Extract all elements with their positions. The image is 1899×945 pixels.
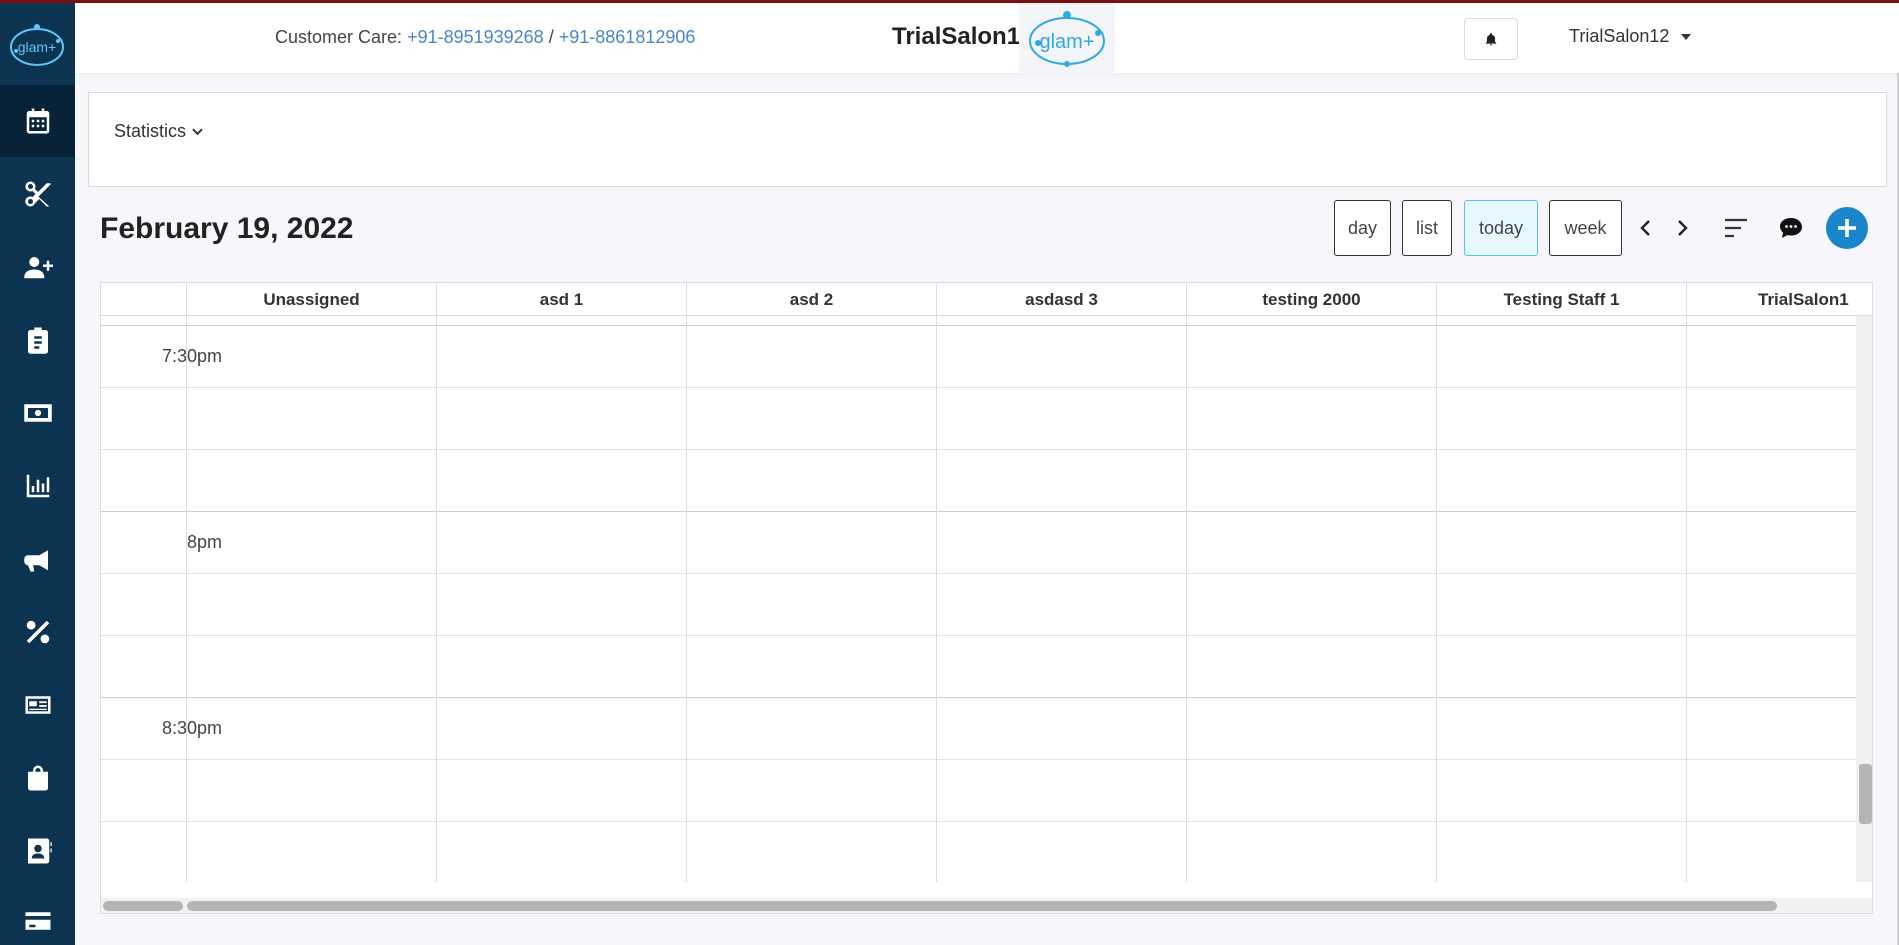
bell-icon	[1485, 33, 1497, 46]
prev-button[interactable]	[1630, 212, 1662, 244]
vertical-scroll-thumb[interactable]	[1859, 764, 1872, 824]
chevron-left-icon	[1640, 220, 1650, 236]
shopping-bag-icon	[27, 765, 48, 791]
svg-text:glam+: glam+	[1039, 31, 1094, 53]
time-slot[interactable]: 7:30pm	[101, 326, 1856, 388]
chevron-down-icon	[192, 128, 203, 136]
view-today-button[interactable]: today	[1464, 200, 1538, 256]
column-divider	[1436, 316, 1437, 882]
horizontal-scrollbar[interactable]	[101, 898, 1872, 913]
view-week-button[interactable]: week	[1549, 200, 1622, 256]
plus-icon	[1838, 219, 1856, 237]
top-header: Customer Care: +91-8951939268 / +91-8861…	[75, 3, 1899, 73]
column-header-unassigned: Unassigned	[186, 283, 436, 316]
time-slot[interactable]	[101, 760, 1856, 822]
statistics-toggle[interactable]: Statistics	[114, 121, 203, 142]
time-slot[interactable]	[101, 388, 1856, 450]
filter-button[interactable]	[1720, 212, 1752, 244]
phone-link-1[interactable]: +91-8951939268	[407, 27, 544, 47]
calendar-icon	[26, 108, 49, 134]
user-menu[interactable]: TrialSalon12	[1569, 26, 1692, 47]
time-label: 8pm	[186, 532, 222, 552]
column-divider	[436, 316, 437, 882]
sidebar-item-contacts[interactable]	[0, 815, 75, 887]
add-user-icon	[23, 257, 53, 279]
time-slot[interactable]: 8pm	[101, 512, 1856, 574]
calendar-date-title: February 19, 2022	[100, 212, 354, 245]
statistics-panel: Statistics	[88, 92, 1887, 187]
salon-name: TrialSalon12	[892, 23, 1034, 50]
scissors-icon	[24, 181, 50, 207]
column-header-staff: asd 1	[436, 283, 686, 316]
view-list-button[interactable]: list	[1402, 200, 1452, 256]
view-day-button[interactable]: day	[1334, 200, 1391, 256]
phone-link-2[interactable]: +91-8861812906	[559, 27, 696, 47]
caret-down-icon	[1681, 33, 1692, 40]
sidebar-item-appointments[interactable]	[0, 304, 75, 376]
column-divider	[936, 316, 937, 882]
sidebar-item-reports[interactable]	[0, 450, 75, 522]
chevron-right-icon	[1678, 220, 1688, 236]
sidebar-logo[interactable]: glam+	[4, 17, 70, 75]
sidebar-item-news[interactable]	[0, 669, 75, 741]
horizontal-scroll-thumb-fixed[interactable]	[103, 901, 183, 911]
column-header-staff: asdasd 3	[936, 283, 1186, 316]
vertical-scrollbar[interactable]	[1856, 316, 1872, 882]
column-header-staff: Testing Staff 1	[1436, 283, 1686, 316]
sidebar-item-marketing[interactable]	[0, 523, 75, 595]
customer-care-label: Customer Care:	[275, 27, 403, 47]
sidebar: glam+	[0, 3, 75, 945]
percent-icon	[26, 620, 49, 644]
sidebar-item-products[interactable]	[0, 742, 75, 814]
column-divider	[186, 316, 187, 882]
phone-separator: /	[548, 27, 554, 47]
calendar-grid: Unassigned asd 1 asd 2 asdasd 3 testing …	[100, 282, 1873, 914]
horizontal-scroll-thumb[interactable]	[187, 901, 1777, 911]
money-icon	[23, 404, 52, 422]
newspaper-icon	[25, 696, 50, 714]
calendar-body[interactable]: 7:30pm 8pm 8:30pm	[101, 316, 1856, 882]
time-slot[interactable]: 8:30pm	[101, 698, 1856, 760]
time-slot[interactable]	[101, 316, 1856, 326]
svg-text:glam+: glam+	[18, 39, 57, 55]
chat-bubble-icon	[1780, 218, 1802, 238]
time-label: 8:30pm	[161, 718, 222, 738]
credit-card-icon	[25, 912, 50, 930]
messages-button[interactable]	[1775, 212, 1807, 244]
time-slot[interactable]	[101, 822, 1856, 882]
calendar-header-row: Unassigned asd 1 asd 2 asdasd 3 testing …	[101, 283, 1872, 316]
sidebar-item-add-client[interactable]	[0, 231, 75, 303]
add-appointment-button[interactable]	[1826, 207, 1868, 249]
address-book-icon	[27, 838, 52, 864]
clipboard-icon	[27, 327, 48, 354]
bar-chart-icon	[26, 474, 49, 498]
sidebar-item-offers[interactable]	[0, 596, 75, 668]
user-name: TrialSalon12	[1569, 26, 1670, 46]
statistics-label: Statistics	[114, 121, 187, 141]
glam-logo-icon: glam+	[1029, 11, 1105, 67]
sort-lines-icon	[1725, 218, 1747, 238]
notifications-button[interactable]	[1464, 18, 1518, 60]
brand-logo: glam+	[1019, 3, 1115, 73]
sidebar-item-services[interactable]	[0, 158, 75, 230]
column-header-staff: TrialSalon1	[1686, 283, 1856, 316]
column-divider	[1686, 316, 1687, 882]
column-divider	[686, 316, 687, 882]
column-header-staff: testing 2000	[1186, 283, 1436, 316]
sidebar-item-payments[interactable]	[0, 885, 75, 945]
next-button[interactable]	[1666, 212, 1698, 244]
time-label: 7:30pm	[161, 346, 222, 366]
time-slot[interactable]	[101, 636, 1856, 698]
megaphone-icon	[23, 547, 48, 572]
column-header-staff: asd 2	[686, 283, 936, 316]
sidebar-item-calendar[interactable]	[0, 85, 75, 157]
customer-care: Customer Care: +91-8951939268 / +91-8861…	[275, 27, 695, 48]
glam-logo-icon: glam+	[10, 24, 64, 66]
time-slot[interactable]	[101, 450, 1856, 512]
sidebar-item-billing[interactable]	[0, 377, 75, 449]
time-slot[interactable]	[101, 574, 1856, 636]
column-divider	[1186, 316, 1187, 882]
